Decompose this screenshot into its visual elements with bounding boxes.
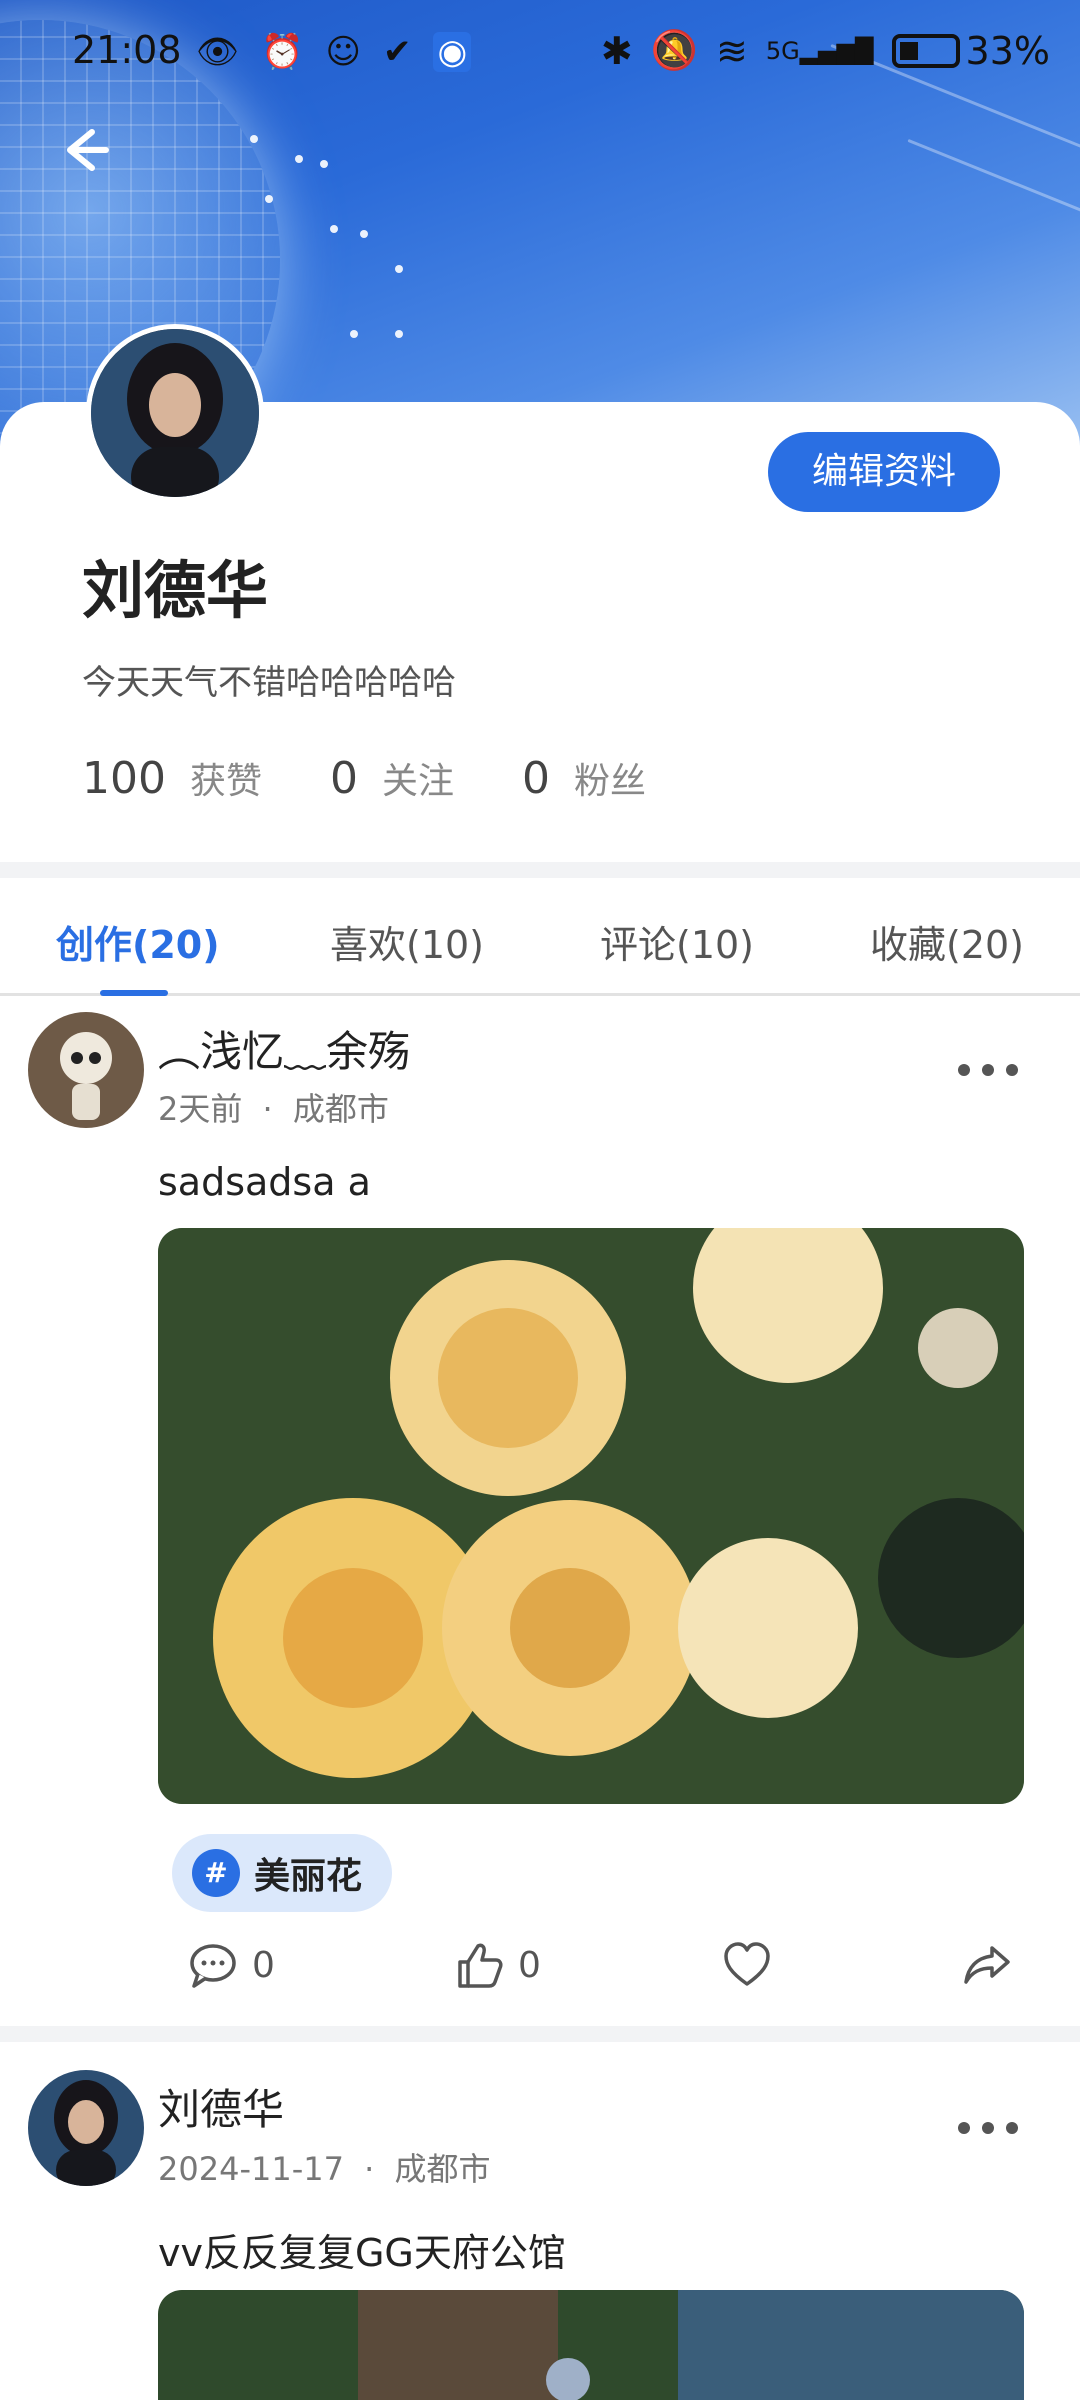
status-time: 21:08 [72,28,182,72]
robot-icon: ◉ [433,32,472,72]
avatar[interactable] [86,324,264,502]
post-location: 成都市 [292,1090,389,1128]
thumbs-up-icon [458,1943,503,1988]
like-count: 0 [518,1944,541,1986]
status-icons-left: 👁 ⏰ ☺ ✔ ◉ [196,32,472,72]
stat-value: 0 [522,753,551,804]
star-dot [350,330,358,338]
star-dot [320,160,328,168]
tag-label: 美丽花 [254,1856,363,1897]
battery-icon [891,33,960,68]
post-meta: 2024-11-17 · 成都市 [158,2144,491,2190]
star-dot [250,135,258,143]
content-tabs: 创作(20) 喜欢(10) 评论(10) 收藏(20) [0,878,1080,996]
favorite-button[interactable] [720,1938,774,1992]
star-dot [395,330,403,338]
stat-label: 获赞 [189,761,262,802]
light-streak [907,138,1080,225]
profile-name: 刘德华 [82,554,269,627]
meta-separator: · [364,2150,375,2188]
wifi-icon: ≋ [715,28,748,73]
post-author-name[interactable]: ︵浅忆﹏余殇 [158,1018,410,1079]
profile-bio: 今天天气不错哈哈哈哈哈 [82,663,456,703]
star-dot [295,155,303,163]
battery-indicator: 33% [891,28,1050,73]
share-button[interactable] [960,1938,1014,1992]
post-location: 成都市 [394,2150,491,2188]
post-actions: 0 0 [0,1930,1080,2010]
edit-profile-button[interactable]: 编辑资料 [768,432,1000,512]
tab-indicator [100,990,168,996]
star-dot [395,265,403,273]
hashtag-icon: # [192,1849,240,1897]
stat-likes[interactable]: 100 获赞 [82,752,262,804]
more-options-icon[interactable] [958,2118,1018,2138]
face-icon: ☺ [325,32,361,72]
post-time: 2天前 [158,1090,243,1128]
share-icon [964,1946,1010,1984]
stat-following[interactable]: 0 关注 [330,752,454,804]
eye-icon: 👁 [196,32,240,72]
stat-label: 粉丝 [574,761,647,802]
tab-favorites[interactable]: 收藏(20) [870,914,1024,969]
mute-icon: 🔕 [650,28,698,72]
topic-tag[interactable]: # 美丽花 [172,1834,393,1912]
stat-value: 0 [330,753,358,804]
stat-label: 关注 [382,761,455,802]
app-notify-icon: ✔ [382,32,412,72]
tab-comments[interactable]: 评论(10) [600,914,754,969]
like-button[interactable]: 0 [452,1938,541,1992]
post-author-avatar[interactable] [28,1012,144,1128]
status-bar: 21:08 👁 ⏰ ☺ ✔ ◉ ✱ 🔕 ≋ 5G▂▄▆█ 33% [0,22,1080,82]
post-separator [0,2026,1080,2042]
star-dot [330,225,338,233]
post-image[interactable] [158,1228,1024,1804]
post-author-avatar[interactable] [28,2070,144,2186]
post-author-name[interactable]: 刘德华 [158,2076,284,2137]
stat-value: 100 [82,753,166,804]
network-label: 5G [765,36,800,65]
stat-followers[interactable]: 0 粉丝 [522,752,646,804]
profile-stats: 100 获赞 0 关注 0 粉丝 [82,752,714,804]
comment-button[interactable]: 0 [186,1938,275,1992]
comment-icon [190,1944,236,1988]
more-options-icon[interactable] [958,1060,1018,1080]
heart-icon [724,1942,770,1986]
signal-icon: 5G▂▄▆█ [765,36,874,65]
comment-count: 0 [252,1944,275,1986]
meta-separator: · [262,1090,273,1128]
post-image[interactable] [158,2290,1024,2400]
alarm-icon: ⏰ [261,32,304,72]
status-icons-right: ✱ 🔕 ≋ 5G▂▄▆█ 33% [601,28,1050,73]
post-meta: 2天前 · 成都市 [158,1084,389,1130]
tab-creations[interactable]: 创作(20) [56,914,220,969]
section-divider [0,862,1080,878]
bluetooth-icon: ✱ [600,28,633,73]
star-dot [265,195,273,203]
back-arrow-icon[interactable] [52,120,112,180]
star-dot [360,230,368,238]
post-text: vv反反复复GG天府公馆 [158,2231,566,2275]
tab-likes[interactable]: 喜欢(10) [330,914,484,969]
battery-percent: 33% [965,28,1050,73]
post-text: sadsadsa a [158,1160,371,1204]
post-time: 2024-11-17 [158,2150,344,2188]
